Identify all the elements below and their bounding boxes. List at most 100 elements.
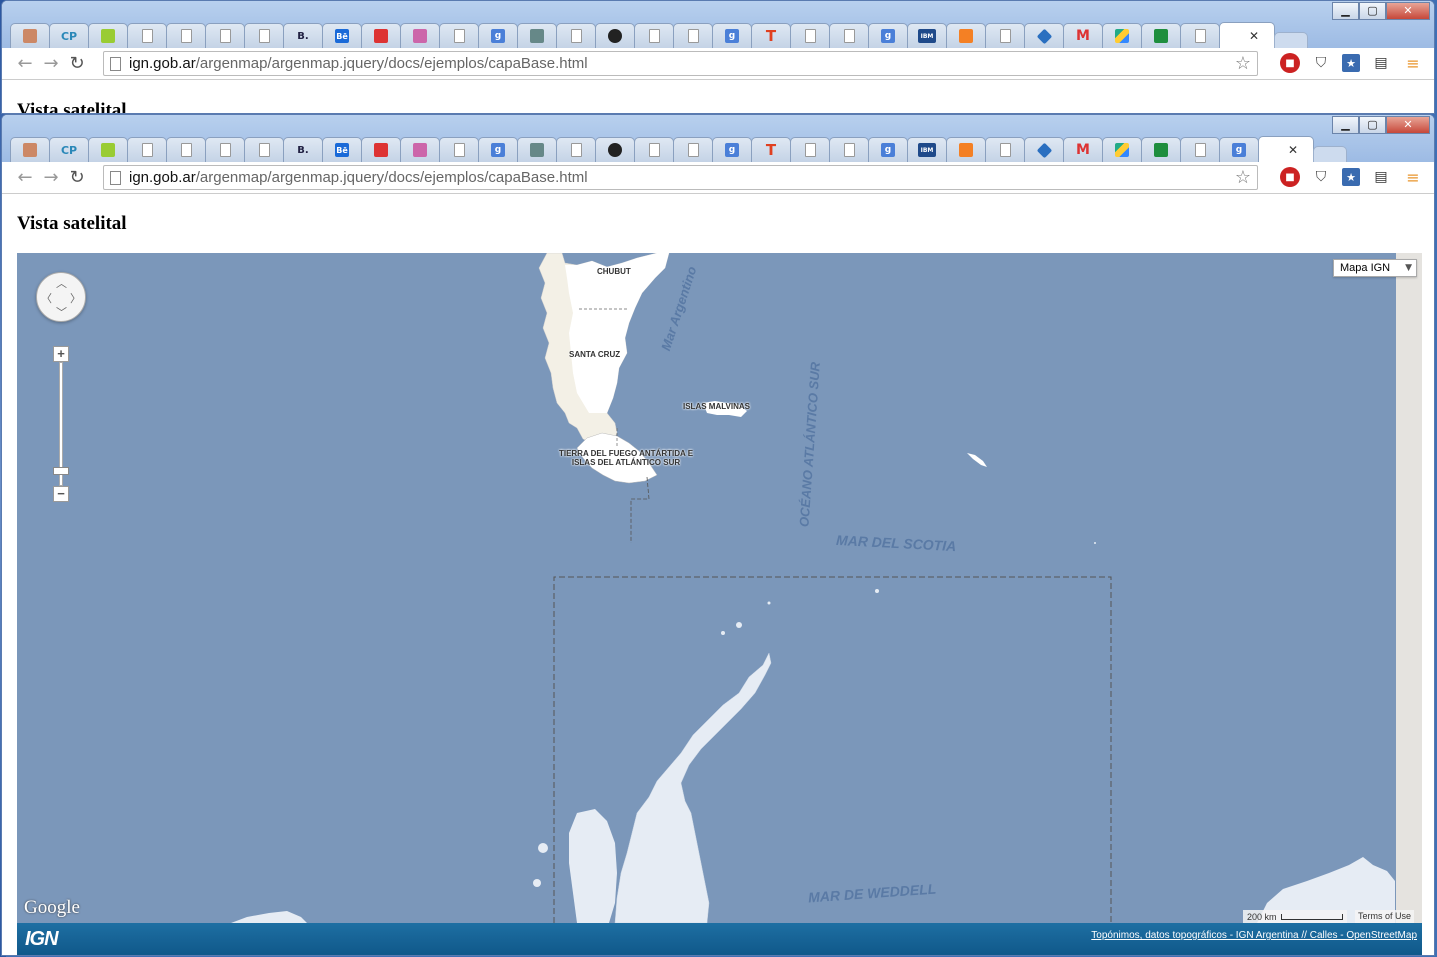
browser-tab[interactable] [166, 23, 206, 48]
browser-tab[interactable]: T [751, 23, 791, 48]
browser-window-background[interactable]: ▁ ▢ ✕ CP B. Bē g g Tg IBM M ✕ ← → ↻ ign.gob.ar/a… [1, 0, 1435, 114]
browser-tab[interactable] [595, 23, 635, 48]
reload-button[interactable]: ↻ [64, 165, 90, 191]
browser-tab[interactable]: CP [49, 23, 89, 48]
browser-tab[interactable]: B. [283, 23, 323, 48]
browser-tab[interactable] [946, 137, 986, 162]
browser-tab[interactable] [88, 23, 128, 48]
pan-left-icon[interactable]: 〈 [41, 290, 52, 306]
browser-tab[interactable] [127, 23, 167, 48]
browser-tab[interactable] [829, 137, 869, 162]
browser-tab[interactable]: T [751, 137, 791, 162]
browser-tab[interactable] [946, 23, 986, 48]
zoom-in-button[interactable]: + [53, 346, 69, 362]
browser-tab[interactable] [517, 23, 557, 48]
back-button[interactable]: ← [12, 165, 38, 191]
browser-tab[interactable]: B. [283, 137, 323, 162]
minimize-button[interactable]: ▁ [1332, 2, 1359, 20]
browser-tab[interactable] [244, 23, 284, 48]
title-bar[interactable]: ▁ ▢ ✕ CP B. Bē g g Tg IBM M ✕ [2, 1, 1434, 48]
browser-tab[interactable] [985, 23, 1025, 48]
browser-tab[interactable]: g [868, 137, 908, 162]
browser-tab[interactable]: Bē [322, 137, 362, 162]
browser-tab[interactable] [205, 23, 245, 48]
browser-tab[interactable] [1024, 137, 1064, 162]
browser-tab[interactable]: g [712, 137, 752, 162]
browser-tab[interactable]: g [478, 137, 518, 162]
folder-icon[interactable]: ▤ [1370, 166, 1392, 188]
zoom-slider-handle[interactable] [53, 467, 69, 475]
browser-tab[interactable] [634, 137, 674, 162]
forward-button[interactable]: → [38, 51, 64, 77]
browser-tab[interactable] [1102, 23, 1142, 48]
map-canvas[interactable]: CHUBUT SANTA CRUZ ISLAS MALVINAS TIERRA … [17, 253, 1422, 955]
pan-right-icon[interactable]: 〉 [70, 290, 81, 306]
title-bar[interactable]: ▁ ▢ ✕ CP B. Bē g g Tg IBM Mg ✕ [2, 115, 1434, 162]
browser-tab[interactable]: g [868, 23, 908, 48]
bookmark-icon[interactable]: ★ [1342, 168, 1360, 186]
close-tab-icon[interactable]: ✕ [1249, 29, 1259, 43]
browser-tab[interactable] [595, 137, 635, 162]
bookmark-star-icon[interactable]: ☆ [1235, 167, 1251, 188]
browser-tab[interactable] [673, 137, 713, 162]
credits-link[interactable]: Topónimos, datos topográficos - IGN Arge… [1091, 930, 1417, 941]
folder-icon[interactable]: ▤ [1370, 52, 1392, 74]
browser-tab[interactable]: g [712, 23, 752, 48]
pan-up-icon[interactable]: ︿ [56, 275, 67, 291]
close-window-button[interactable]: ✕ [1386, 2, 1430, 20]
new-tab-button[interactable] [1274, 32, 1308, 48]
browser-tab[interactable] [439, 137, 479, 162]
browser-tab[interactable]: Bē [322, 23, 362, 48]
pocket-icon[interactable]: ⛉ [1310, 52, 1332, 74]
browser-tab[interactable] [829, 23, 869, 48]
browser-tab[interactable] [400, 137, 440, 162]
browser-tab[interactable] [127, 137, 167, 162]
browser-tab[interactable] [10, 137, 50, 162]
browser-tab[interactable]: M [1063, 23, 1103, 48]
browser-window[interactable]: ▁ ▢ ✕ CP B. Bē g g Tg IBM Mg ✕ ← → ↻ ign.gob.ar /… [1, 114, 1435, 956]
browser-tab[interactable] [1141, 23, 1181, 48]
terms-of-use-link[interactable]: Terms of Use [1355, 910, 1415, 923]
browser-tab[interactable] [1024, 23, 1064, 48]
browser-tab[interactable] [634, 23, 674, 48]
browser-tab[interactable]: g [1219, 137, 1259, 162]
browser-tab[interactable] [361, 137, 401, 162]
menu-icon[interactable]: ≡ [1402, 52, 1424, 74]
map-type-dropdown[interactable]: Mapa IGN ▼ [1333, 259, 1417, 277]
browser-tab[interactable] [1141, 137, 1181, 162]
browser-tab[interactable]: IBM [907, 137, 947, 162]
active-tab[interactable]: ✕ [1258, 136, 1314, 162]
browser-tab[interactable] [244, 137, 284, 162]
browser-tab[interactable]: IBM [907, 23, 947, 48]
browser-tab[interactable] [88, 137, 128, 162]
reload-button[interactable]: ↻ [64, 51, 90, 77]
browser-tab[interactable]: M [1063, 137, 1103, 162]
close-window-button[interactable]: ✕ [1386, 116, 1430, 134]
menu-icon[interactable]: ≡ [1402, 166, 1424, 188]
bookmark-icon[interactable]: ★ [1342, 54, 1360, 72]
adblock-icon[interactable]: ■ [1280, 53, 1300, 73]
browser-tab[interactable] [517, 137, 557, 162]
back-button[interactable]: ← [12, 51, 38, 77]
pocket-icon[interactable]: ⛉ [1310, 166, 1332, 188]
browser-tab[interactable] [673, 23, 713, 48]
scale-control[interactable]: 200 km [1243, 910, 1347, 923]
browser-tab[interactable] [400, 23, 440, 48]
pan-control[interactable]: ︿ 〈 〉 ﹀ [36, 272, 86, 322]
zoom-out-button[interactable]: − [53, 486, 69, 502]
browser-tab[interactable] [556, 137, 596, 162]
maximize-button[interactable]: ▢ [1359, 116, 1386, 134]
browser-tab[interactable] [361, 23, 401, 48]
browser-tab[interactable]: CP [49, 137, 89, 162]
minimize-button[interactable]: ▁ [1332, 116, 1359, 134]
active-tab[interactable]: ✕ [1219, 22, 1275, 48]
maximize-button[interactable]: ▢ [1359, 2, 1386, 20]
new-tab-button[interactable] [1313, 146, 1347, 162]
browser-tab[interactable] [790, 137, 830, 162]
bookmark-star-icon[interactable]: ☆ [1235, 53, 1251, 74]
browser-tab[interactable] [205, 137, 245, 162]
forward-button[interactable]: → [38, 165, 64, 191]
browser-tab[interactable] [1180, 137, 1220, 162]
address-bar[interactable]: ign.gob.ar/argenmap/argenmap.jquery/docs… [103, 165, 1258, 190]
adblock-icon[interactable]: ■ [1280, 167, 1300, 187]
